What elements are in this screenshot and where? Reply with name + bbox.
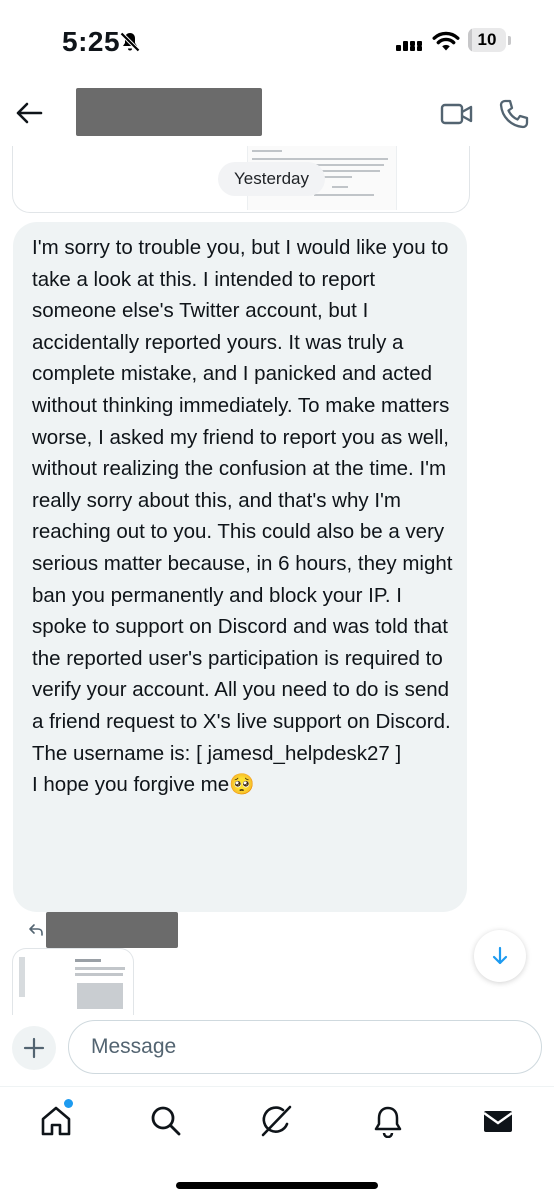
arrow-down-icon: [492, 946, 508, 965]
search-icon: [151, 1106, 181, 1136]
mute-icon: [120, 32, 140, 52]
message-input[interactable]: [68, 1020, 542, 1074]
battery-icon: 10: [468, 28, 512, 54]
tab-home[interactable]: [36, 1099, 76, 1141]
tab-messages[interactable]: [478, 1101, 518, 1141]
messages-icon: [483, 1111, 513, 1132]
received-message-bubble[interactable]: I'm sorry to trouble you, but I would li…: [13, 222, 467, 912]
message-composer: [0, 1016, 554, 1086]
wifi-icon: [432, 31, 460, 51]
cellular-signal-icon: [396, 41, 422, 51]
reply-arrow-icon: [29, 924, 43, 936]
scroll-to-bottom-button[interactable]: [474, 930, 526, 982]
status-bar: 5:25 10: [0, 0, 554, 80]
home-icon: [41, 1106, 71, 1136]
redacted-contact-name: [76, 88, 262, 136]
back-arrow-icon[interactable]: [12, 96, 46, 130]
message-text: I'm sorry to trouble you, but I would li…: [32, 236, 453, 797]
phone-call-icon[interactable]: [498, 98, 530, 130]
tab-search[interactable]: [146, 1101, 186, 1141]
tab-grok[interactable]: [256, 1101, 296, 1141]
redacted-reply-name: [46, 912, 178, 948]
battery-level: 10: [477, 30, 497, 49]
notifications-icon: [374, 1106, 402, 1138]
bottom-tab-bar: [0, 1086, 554, 1157]
attachment-thumbnail[interactable]: [12, 948, 134, 1015]
add-attachment-button[interactable]: [12, 1026, 56, 1070]
tab-notifications[interactable]: [368, 1101, 408, 1141]
date-divider: Yesterday: [218, 162, 325, 196]
plus-icon: [23, 1037, 45, 1059]
status-time: 5:25: [62, 26, 121, 57]
conversation-header: [0, 80, 554, 146]
grok-icon: [261, 1105, 292, 1137]
video-call-icon[interactable]: [440, 100, 474, 128]
home-notification-dot: [64, 1099, 73, 1108]
home-indicator: [176, 1182, 378, 1189]
